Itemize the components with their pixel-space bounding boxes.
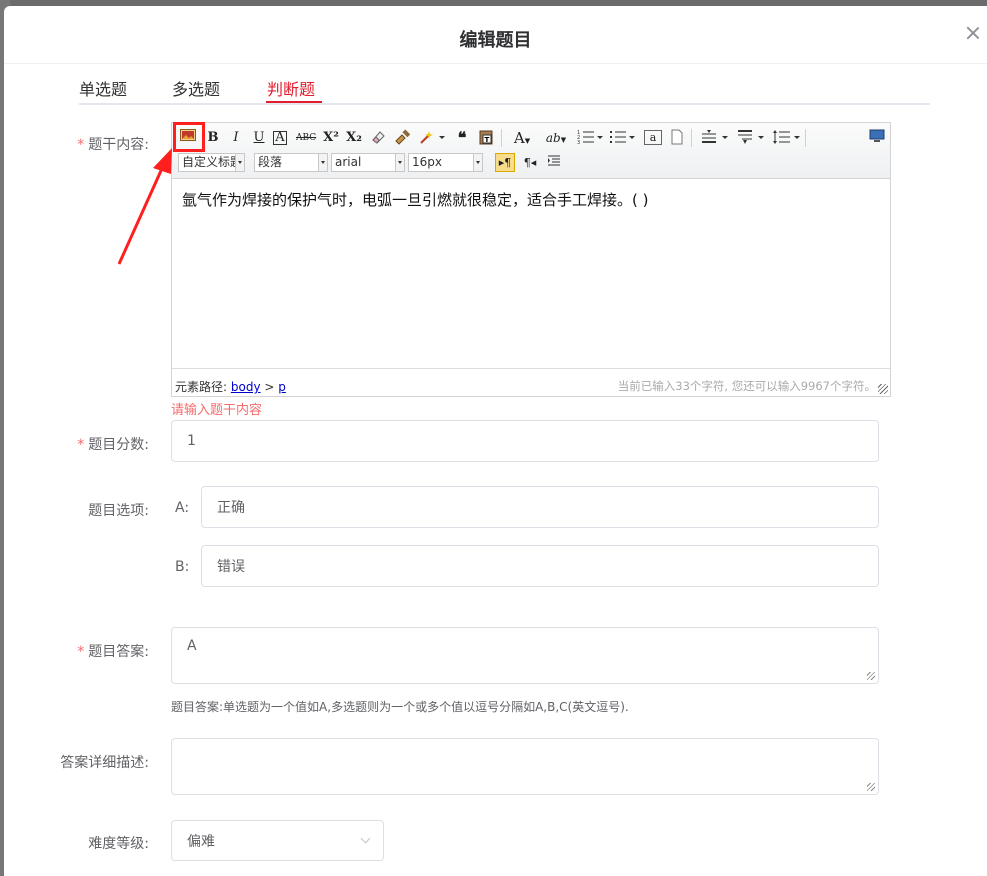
indent-icon[interactable] bbox=[545, 154, 563, 172]
unordered-list-icon[interactable] bbox=[609, 129, 637, 147]
score-label: * 题目分数: bbox=[77, 437, 149, 453]
blockquote-icon[interactable]: ❝ bbox=[453, 129, 471, 147]
active-tab-indicator bbox=[266, 101, 322, 103]
answer-textarea[interactable]: A bbox=[171, 627, 879, 684]
format-brush-icon[interactable] bbox=[394, 129, 412, 147]
auto-format-icon[interactable] bbox=[419, 129, 445, 147]
dialog-header: 编辑题目 bbox=[4, 6, 987, 64]
rtl-direction-icon[interactable]: ¶◂ bbox=[521, 154, 539, 172]
tab-multiple-choice[interactable]: 多选题 bbox=[172, 76, 220, 100]
bold-icon[interactable]: B bbox=[204, 129, 222, 147]
dialog-title: 编辑题目 bbox=[459, 30, 532, 51]
answer-hint: 题目答案:单选题为一个值如A,多选题则为一个或多个值以逗号分隔如A,B,C(英文… bbox=[171, 700, 629, 714]
toolbar-divider bbox=[805, 129, 806, 147]
paragraph-spacing-icon[interactable] bbox=[736, 129, 766, 147]
toolbar-divider bbox=[501, 129, 502, 147]
heading-select[interactable]: 自定义标题 bbox=[178, 153, 245, 172]
option-a-key: A: bbox=[175, 500, 190, 516]
score-input[interactable]: 1 bbox=[171, 420, 879, 462]
chevron-down-icon bbox=[360, 833, 371, 844]
option-a-input[interactable]: 正确 bbox=[201, 486, 879, 528]
difficulty-select[interactable]: 偏难 bbox=[171, 820, 384, 861]
background-color-icon[interactable]: ab▼ bbox=[541, 129, 571, 147]
editor-content[interactable]: 氩气作为焊接的保护气时，电弧一旦引燃就很稳定，适合手工焊接。( ) bbox=[182, 189, 648, 210]
option-b-key: B: bbox=[175, 559, 190, 575]
subscript-icon[interactable]: X₂ bbox=[345, 129, 363, 147]
char-count: 当前已输入33个字符, 您还可以输入9967个字符。 bbox=[617, 379, 876, 393]
textarea-resize-icon[interactable] bbox=[867, 783, 875, 791]
font-border-icon[interactable]: A bbox=[273, 131, 287, 145]
path-p-link[interactable]: p bbox=[278, 380, 286, 394]
paste-plain-icon[interactable]: T bbox=[477, 129, 495, 147]
tab-true-false[interactable]: 判断题 bbox=[267, 76, 315, 100]
tab-single-choice[interactable]: 单选题 bbox=[79, 76, 127, 100]
path-body-link[interactable]: body bbox=[231, 380, 261, 394]
toolbar-divider bbox=[691, 129, 692, 147]
question-type-tabs: 单选题 多选题 判断题 bbox=[79, 66, 930, 105]
editor-statusbar: 元素路径: body > p 当前已输入33个字符, 您还可以输入9967个字符… bbox=[172, 368, 890, 396]
superscript-icon[interactable]: X² bbox=[322, 129, 340, 147]
ordered-list-icon[interactable]: 123 bbox=[577, 129, 605, 147]
rich-text-editor: B I U A ABC X² X₂ ❝ T A▼ ab▼ 123 a 自定义标题… bbox=[171, 122, 891, 397]
eraser-icon[interactable] bbox=[369, 129, 387, 147]
editor-toolbar: B I U A ABC X² X₂ ❝ T A▼ ab▼ 123 a 自定义标题… bbox=[172, 123, 890, 179]
svg-text:3: 3 bbox=[577, 140, 580, 145]
close-icon[interactable] bbox=[965, 25, 981, 41]
link-icon[interactable]: a bbox=[644, 130, 662, 145]
answer-detail-label: 答案详细描述: bbox=[60, 755, 149, 771]
options-label: 题目选项: bbox=[88, 503, 149, 519]
textarea-resize-icon[interactable] bbox=[867, 672, 875, 680]
ltr-direction-icon[interactable]: ▸¶ bbox=[495, 153, 515, 172]
difficulty-label: 难度等级: bbox=[88, 836, 149, 852]
text-align-icon[interactable] bbox=[700, 129, 730, 147]
preview-icon[interactable] bbox=[868, 129, 886, 147]
edit-question-dialog: 编辑题目 单选题 多选题 判断题 * 题干内容: B I U A ABC X² X… bbox=[4, 6, 987, 876]
option-b-input[interactable]: 错误 bbox=[201, 545, 879, 587]
page-break-icon[interactable] bbox=[668, 129, 686, 147]
svg-text:T: T bbox=[485, 136, 490, 144]
underline-icon[interactable]: U bbox=[250, 129, 268, 147]
line-height-icon[interactable] bbox=[772, 129, 802, 147]
annotation-arrow-icon bbox=[117, 148, 172, 265]
answer-detail-textarea[interactable] bbox=[171, 738, 879, 795]
resize-handle-icon[interactable] bbox=[878, 384, 888, 394]
font-family-select[interactable]: arial bbox=[331, 153, 405, 172]
paragraph-select[interactable]: 段落 bbox=[254, 153, 328, 172]
font-size-select[interactable]: 16px bbox=[408, 153, 483, 172]
answer-label: * 题目答案: bbox=[77, 644, 149, 660]
font-color-icon[interactable]: A▼ bbox=[509, 129, 535, 147]
italic-icon[interactable]: I bbox=[227, 129, 245, 147]
strikethrough-icon[interactable]: ABC bbox=[296, 129, 316, 147]
element-path: 元素路径: body > p bbox=[175, 380, 286, 394]
stem-error-message: 请输入题干内容 bbox=[171, 403, 263, 418]
